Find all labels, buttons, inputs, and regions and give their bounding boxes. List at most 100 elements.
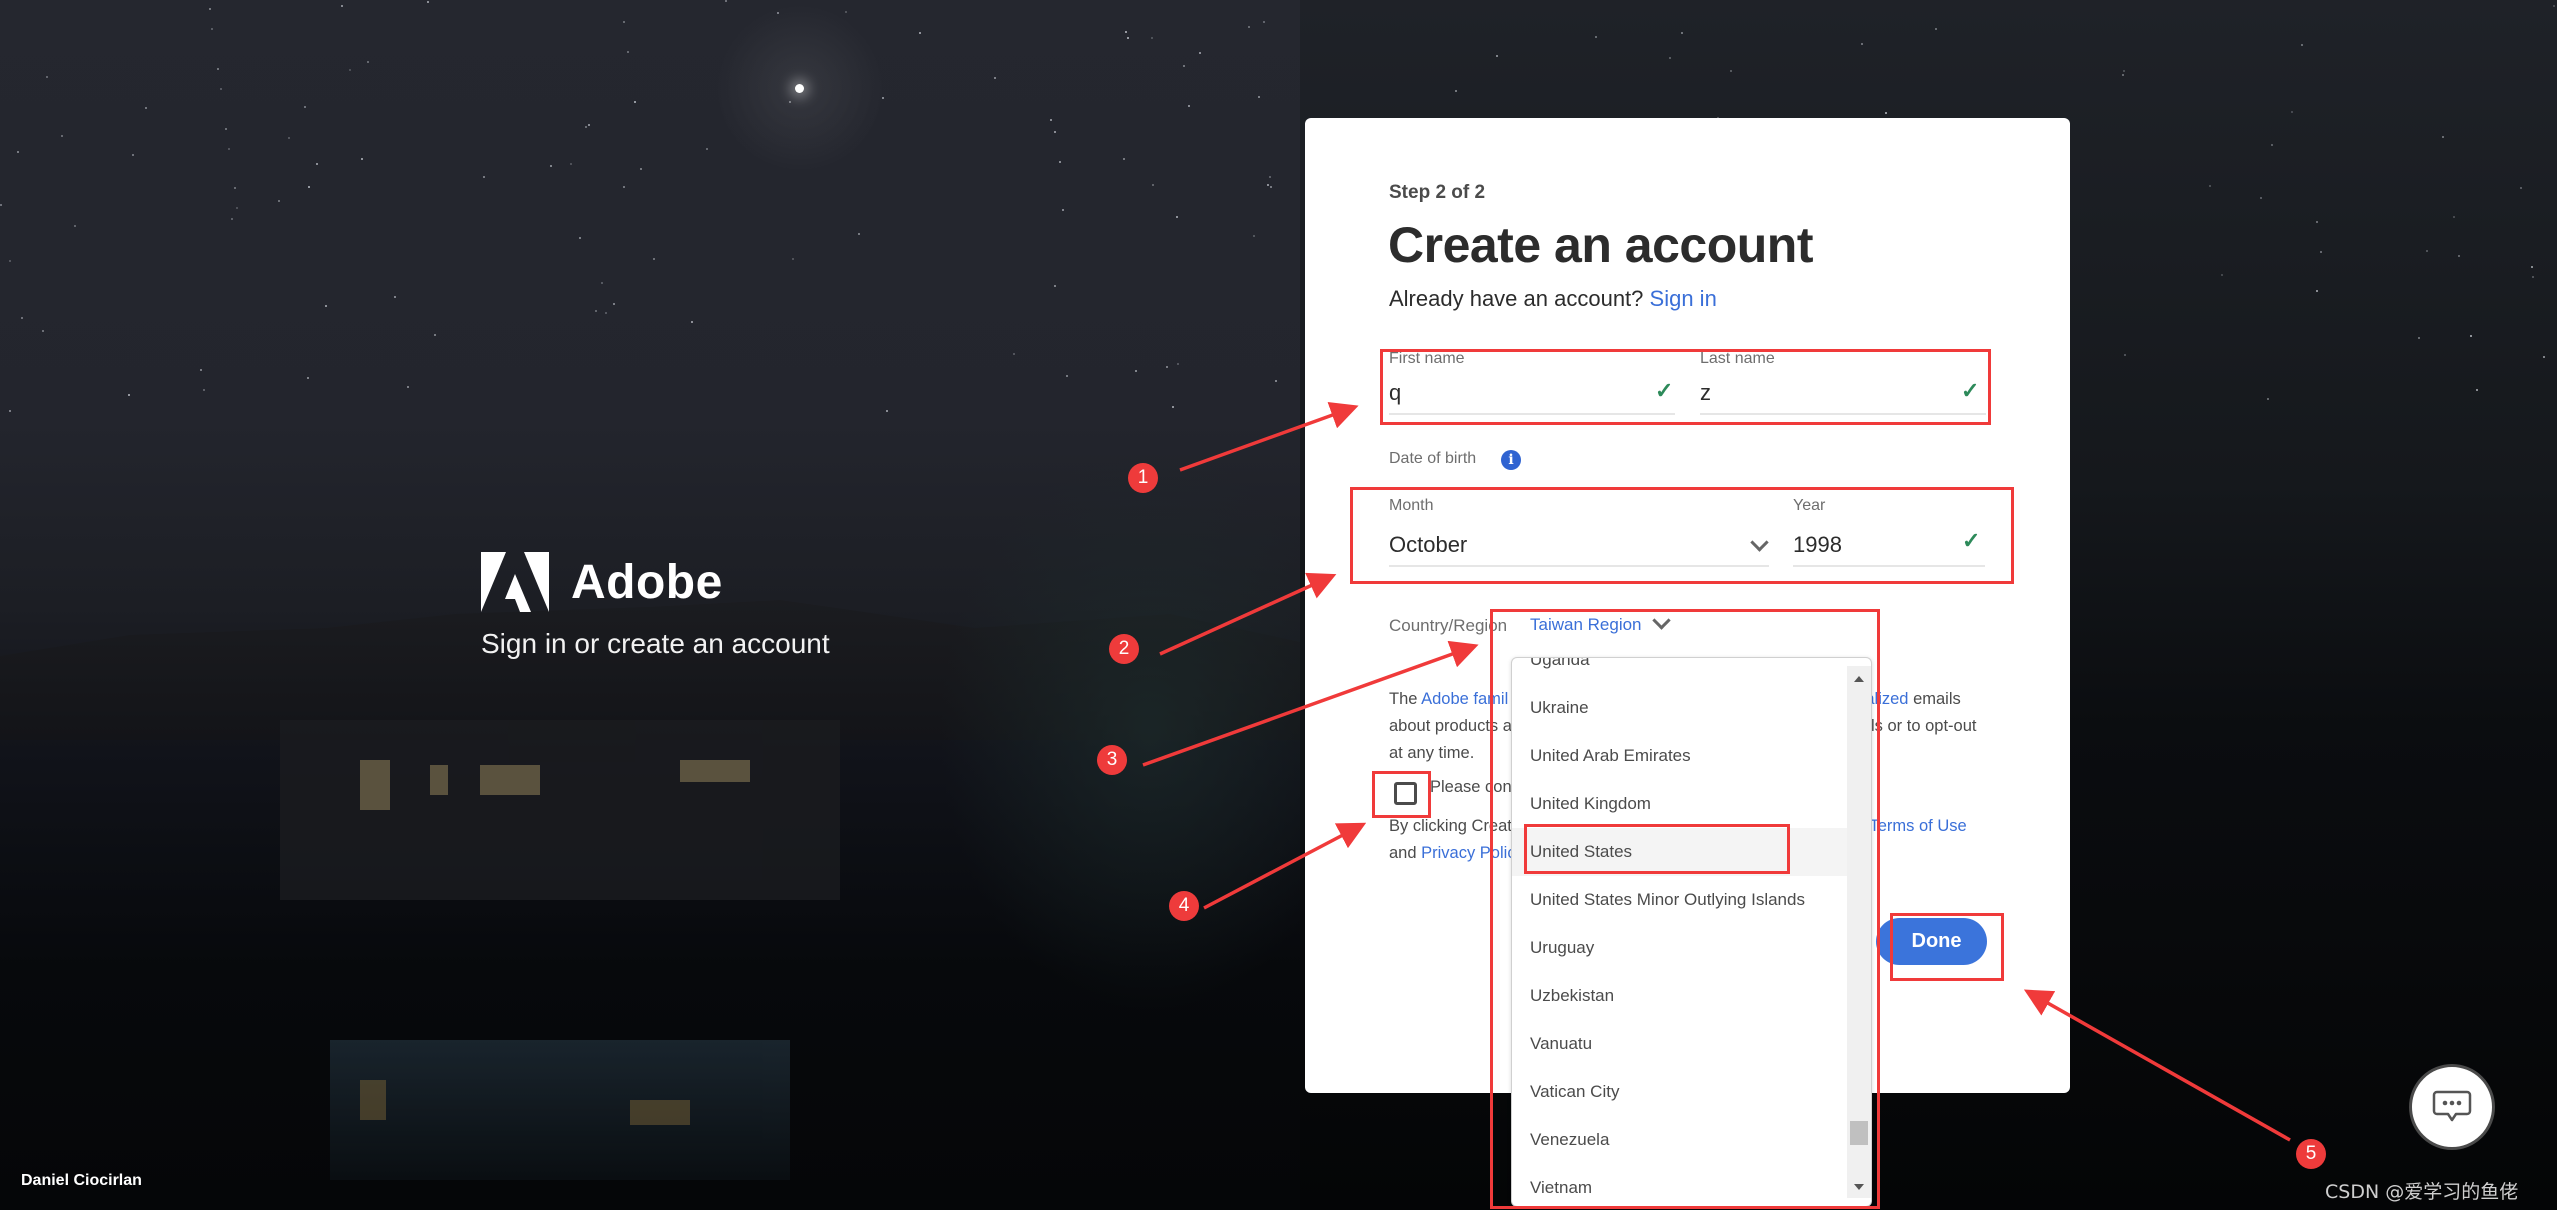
chat-button[interactable] bbox=[2409, 1064, 2495, 1150]
star bbox=[2320, 251, 2322, 253]
star bbox=[349, 69, 351, 71]
star bbox=[234, 187, 236, 189]
country-option[interactable]: Vanuatu bbox=[1512, 1020, 1847, 1068]
last-name-valid-icon: ✓ bbox=[1961, 378, 1980, 403]
annotation-number-2: 2 bbox=[1109, 634, 1139, 664]
dob-label: Date of birth bbox=[1389, 450, 1477, 467]
star bbox=[1496, 55, 1498, 57]
country-option[interactable]: Vietnam bbox=[1512, 1164, 1847, 1206]
dropdown-scrollbar[interactable] bbox=[1847, 666, 1871, 1198]
info-icon[interactable]: i bbox=[1501, 450, 1521, 470]
star bbox=[228, 148, 230, 150]
chat-bubble-icon bbox=[2432, 1090, 2472, 1122]
star bbox=[1013, 353, 1015, 355]
month-label: Month bbox=[1389, 497, 1434, 514]
done-button[interactable]: Done bbox=[1876, 918, 1987, 965]
star bbox=[2291, 111, 2293, 113]
page-title: Create an account bbox=[1388, 217, 1813, 273]
star bbox=[325, 305, 327, 307]
star bbox=[1730, 70, 1732, 72]
star bbox=[132, 154, 134, 156]
star bbox=[74, 225, 76, 227]
star bbox=[9, 410, 11, 412]
star bbox=[236, 207, 238, 209]
star bbox=[2476, 389, 2478, 391]
annotation-number-4: 4 bbox=[1169, 891, 1199, 921]
country-option[interactable]: United States bbox=[1512, 828, 1847, 876]
star bbox=[588, 124, 590, 126]
star bbox=[653, 258, 655, 260]
star bbox=[2531, 266, 2533, 268]
star bbox=[2301, 44, 2303, 46]
star bbox=[1455, 90, 1457, 92]
star bbox=[1669, 57, 1671, 59]
scroll-down-arrow-icon[interactable] bbox=[1854, 1184, 1864, 1190]
month-select[interactable]: October bbox=[1389, 532, 1467, 558]
star bbox=[1059, 161, 1061, 163]
country-option[interactable]: Venezuela bbox=[1512, 1116, 1847, 1164]
star bbox=[2458, 255, 2460, 257]
year-underline bbox=[1793, 565, 1985, 567]
star bbox=[1172, 406, 1174, 408]
country-option[interactable]: Vatican City bbox=[1512, 1068, 1847, 1116]
marketing-consent-checkbox[interactable] bbox=[1394, 782, 1417, 805]
terms-of-use-link[interactable]: Terms of Use bbox=[1869, 817, 1966, 835]
step-indicator: Step 2 of 2 bbox=[1389, 182, 1486, 203]
last-name-input[interactable]: z bbox=[1700, 380, 1711, 406]
star bbox=[220, 88, 222, 90]
star bbox=[211, 28, 213, 30]
country-option[interactable]: United Kingdom bbox=[1512, 780, 1847, 828]
scroll-up-arrow-icon[interactable] bbox=[1854, 676, 1864, 682]
sign-in-link[interactable]: Sign in bbox=[1650, 286, 1717, 311]
star bbox=[691, 321, 693, 323]
star bbox=[288, 137, 290, 139]
star bbox=[1595, 36, 1597, 38]
country-option[interactable]: Uzbekistan bbox=[1512, 972, 1847, 1020]
star bbox=[278, 200, 280, 202]
star bbox=[304, 106, 306, 108]
brand-name: Adobe bbox=[571, 555, 723, 609]
year-label: Year bbox=[1793, 497, 1826, 514]
star bbox=[2267, 398, 2269, 400]
star bbox=[2123, 70, 2125, 72]
country-option[interactable]: Uruguay bbox=[1512, 924, 1847, 972]
privacy-policy-link[interactable]: Privacy Polic bbox=[1421, 844, 1515, 862]
star bbox=[550, 165, 552, 167]
star bbox=[1123, 158, 1125, 160]
first-name-valid-icon: ✓ bbox=[1655, 378, 1674, 403]
country-select[interactable]: Taiwan Region bbox=[1530, 615, 1642, 635]
country-option[interactable]: Ukraine bbox=[1512, 684, 1847, 732]
country-chevron-down-icon[interactable] bbox=[1652, 611, 1671, 630]
star bbox=[1267, 184, 1269, 186]
adobe-family-link[interactable]: Adobe famil bbox=[1421, 690, 1508, 708]
country-option[interactable]: United States Minor Outlying Islands bbox=[1512, 876, 1847, 924]
star bbox=[2520, 187, 2522, 189]
star bbox=[1177, 363, 1179, 365]
star bbox=[1275, 380, 1277, 382]
scrollbar-thumb[interactable] bbox=[1850, 1121, 1868, 1146]
country-option[interactable]: Uganda bbox=[1512, 658, 1847, 684]
star bbox=[777, 12, 779, 14]
already-have-account: Already have an account? Sign in bbox=[1389, 286, 1717, 312]
star bbox=[2418, 337, 2420, 339]
star bbox=[316, 163, 318, 165]
chevron-down-icon[interactable] bbox=[1750, 533, 1769, 552]
star bbox=[623, 186, 625, 188]
star bbox=[1127, 37, 1129, 39]
star bbox=[308, 186, 310, 188]
star bbox=[61, 135, 63, 137]
star bbox=[434, 334, 436, 336]
star bbox=[1050, 119, 1052, 121]
star bbox=[0, 204, 2, 206]
star bbox=[1248, 26, 1250, 28]
star bbox=[1125, 31, 1127, 33]
country-dropdown-list[interactable]: Uganda Ukraine United Arab Emirates United … bbox=[1511, 657, 1872, 1207]
country-option[interactable]: United Arab Emirates bbox=[1512, 732, 1847, 780]
year-input[interactable]: 1998 bbox=[1793, 532, 1842, 558]
star bbox=[17, 151, 19, 153]
star bbox=[919, 32, 921, 34]
star bbox=[1062, 209, 1064, 211]
first-name-input[interactable]: q bbox=[1389, 380, 1401, 406]
star bbox=[613, 303, 615, 305]
star bbox=[367, 61, 369, 63]
